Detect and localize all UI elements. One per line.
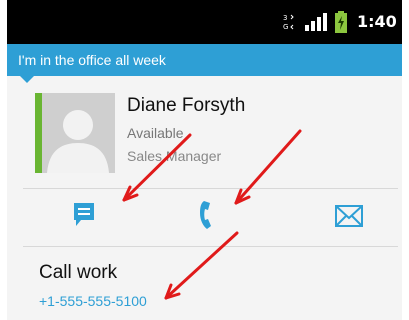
message-button[interactable] bbox=[64, 196, 104, 236]
work-phone-number[interactable]: +1-555-555-5100 bbox=[39, 293, 147, 309]
job-title: Sales Manager bbox=[127, 148, 222, 164]
clock: 1:40 bbox=[357, 12, 397, 31]
contact-card: Diane Forsyth Available Sales Manager bbox=[7, 83, 402, 187]
envelope-icon bbox=[335, 205, 363, 227]
svg-text:G: G bbox=[283, 23, 288, 31]
call-work-label: Call work bbox=[39, 262, 118, 283]
svg-text:3: 3 bbox=[283, 14, 287, 22]
phone-icon bbox=[200, 201, 211, 229]
action-row bbox=[7, 190, 402, 240]
call-work-entry[interactable]: Call work +1-555-555-5100 bbox=[7, 252, 402, 312]
presence-indicator bbox=[35, 93, 42, 173]
status-bar: 3 G 1:40 bbox=[7, 0, 402, 44]
call-button[interactable] bbox=[189, 196, 229, 236]
divider bbox=[23, 188, 398, 189]
chat-bubble-icon bbox=[74, 203, 94, 226]
phone-screen: 3 G 1:40 I'm in the office all week Dian… bbox=[7, 0, 402, 320]
divider bbox=[23, 246, 398, 247]
3g-network-icon: 3 G bbox=[283, 14, 294, 31]
contact-name: Diane Forsyth bbox=[127, 95, 246, 116]
avatar-placeholder-icon bbox=[35, 93, 115, 173]
status-message-banner: I'm in the office all week bbox=[7, 44, 402, 76]
battery-icon bbox=[335, 11, 347, 33]
email-button[interactable] bbox=[329, 196, 369, 236]
contact-photo[interactable] bbox=[35, 93, 115, 173]
banner-pointer bbox=[20, 76, 34, 83]
signal-strength-icon bbox=[305, 13, 327, 31]
presence-status: Available bbox=[127, 125, 184, 141]
